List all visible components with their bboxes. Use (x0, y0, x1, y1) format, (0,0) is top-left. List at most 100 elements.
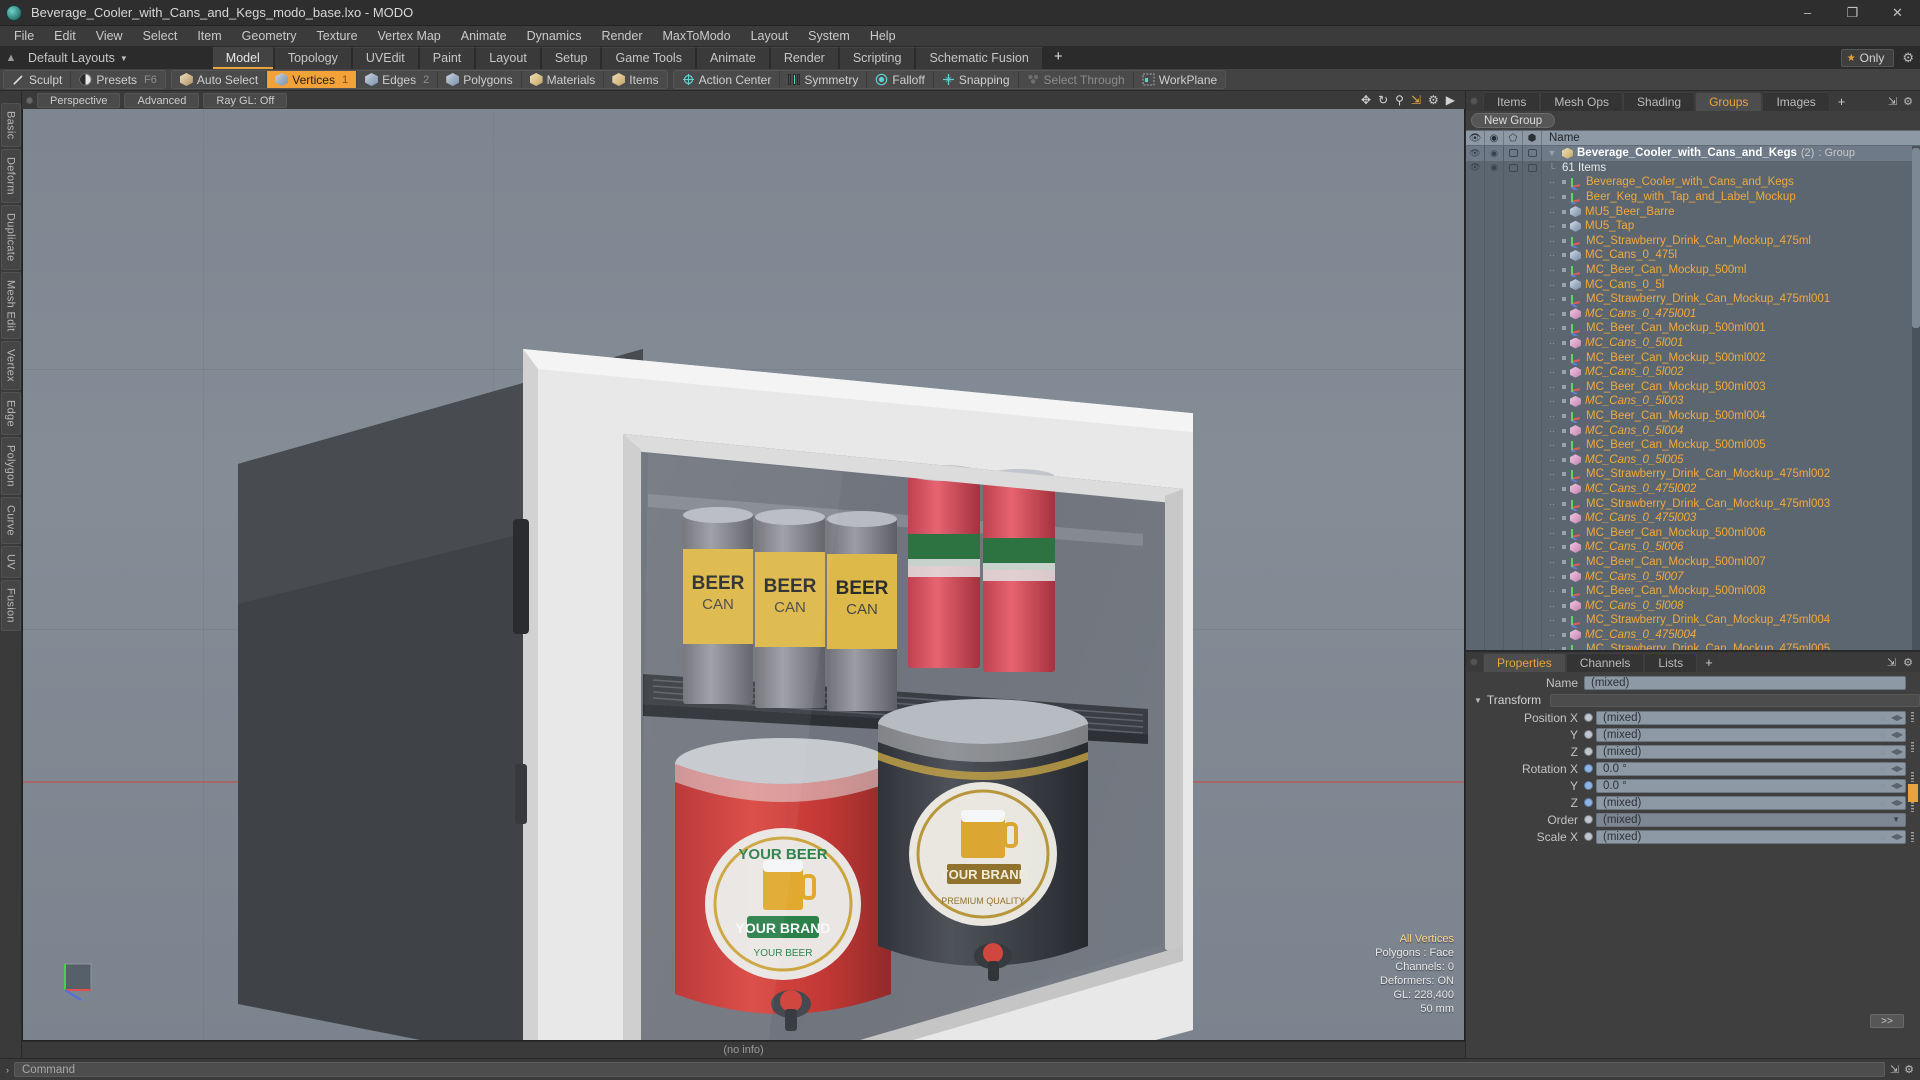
command-arrow-icon[interactable]: › (6, 1065, 9, 1075)
reset-value-icon[interactable]: ○ (1877, 832, 1889, 842)
value-spinner[interactable]: ◀▶ (1889, 713, 1905, 722)
gear-icon[interactable]: ⚙ (1903, 95, 1913, 108)
render-icon[interactable] (1485, 189, 1504, 205)
expand-triangle-icon[interactable]: ▼ (1546, 148, 1558, 158)
select-checkbox[interactable] (1523, 350, 1542, 365)
item-name[interactable]: MC_Strawberry_Drink_Can_Mockup_475ml005 (1586, 643, 1830, 650)
select-checkbox[interactable] (1523, 291, 1542, 307)
eye-icon[interactable] (1466, 437, 1485, 453)
select-through-button[interactable]: Select Through (1019, 71, 1134, 88)
layout-tab-schematic-fusion[interactable]: Schematic Fusion (915, 47, 1043, 69)
select-checkbox[interactable] (1523, 204, 1542, 219)
layout-tab-game-tools[interactable]: Game Tools (601, 47, 696, 69)
lock-checkbox[interactable] (1504, 467, 1523, 482)
item-name[interactable]: MC_Cans_0_5l006 (1585, 541, 1683, 553)
render-icon[interactable] (1485, 379, 1504, 395)
tree-node-dot[interactable] (1562, 589, 1566, 594)
eye-icon[interactable] (1466, 306, 1485, 322)
item-name[interactable]: MC_Strawberry_Drink_Can_Mockup_475ml (1586, 235, 1811, 247)
value-spinner[interactable]: ◀▶ (1889, 781, 1905, 790)
item-name[interactable]: MC_Cans_0_5l005 (1585, 454, 1683, 466)
item-row[interactable]: ·· MC_Cans_0_5l005 (1466, 452, 1920, 468)
only-toggle-button[interactable]: ★ Only (1840, 49, 1895, 67)
render-icon[interactable] (1485, 452, 1504, 468)
menu-item-texture[interactable]: Texture (307, 26, 368, 47)
menu-item-maxtomodo[interactable]: MaxToModo (653, 26, 741, 47)
eye-icon[interactable] (1466, 233, 1485, 249)
eye-icon[interactable]: 👁 (1466, 160, 1485, 176)
eye-icon[interactable] (1466, 189, 1485, 205)
layout-tab-uvedit[interactable]: UVEdit (351, 47, 419, 69)
item-name[interactable]: MC_Beer_Can_Mockup_500ml004 (1586, 410, 1766, 422)
command-input[interactable]: Command (14, 1062, 1885, 1077)
eye-icon[interactable] (1466, 583, 1485, 599)
item-row[interactable]: ·· MC_Strawberry_Drink_Can_Mockup_475ml00… (1466, 291, 1920, 307)
reset-value-icon[interactable]: ○ (1877, 781, 1889, 791)
channel-toggle-dot[interactable] (1584, 832, 1593, 841)
render-icon[interactable] (1485, 277, 1504, 292)
eye-icon[interactable] (1466, 262, 1485, 278)
layout-tab-topology[interactable]: Topology (273, 47, 352, 69)
tree-node-dot[interactable] (1562, 268, 1566, 273)
item-name[interactable]: MC_Cans_0_5l004 (1585, 425, 1683, 437)
chevron-down-icon[interactable]: ▼ (1892, 815, 1900, 824)
render-icon[interactable] (1485, 306, 1504, 322)
tree-node-dot[interactable] (1562, 545, 1566, 550)
item-row[interactable]: ·· Beverage_Cooler_with_Cans_and_Kegs (1466, 175, 1920, 190)
property-value-field[interactable]: (mixed) ○ ◀▶ (1596, 727, 1906, 742)
item-row[interactable]: ·· MC_Beer_Can_Mockup_500ml003 (1466, 379, 1920, 395)
tree-node-dot[interactable] (1562, 253, 1566, 258)
eye-icon[interactable] (1466, 394, 1485, 409)
select-checkbox[interactable] (1523, 233, 1542, 249)
value-spinner[interactable]: ◀▶ (1889, 798, 1905, 807)
render-icon[interactable] (1485, 613, 1504, 628)
action-center-button[interactable]: Action Center (674, 71, 781, 88)
fit-icon[interactable]: ⇲ (1411, 94, 1421, 106)
render-icon[interactable] (1485, 321, 1504, 336)
panel-tab-groups[interactable]: Groups (1695, 91, 1763, 111)
eye-icon[interactable] (1466, 291, 1485, 307)
gear-icon[interactable]: ⚙ (1903, 656, 1913, 669)
item-row[interactable]: ·· MC_Cans_0_5l004 (1466, 423, 1920, 438)
item-name[interactable]: MC_Cans_0_5l001 (1585, 337, 1683, 349)
lock-checkbox[interactable] (1504, 335, 1523, 351)
lock-checkbox[interactable] (1504, 262, 1523, 278)
select-checkbox[interactable] (1523, 146, 1542, 161)
property-value-field[interactable]: (mixed) ▼ (1596, 812, 1906, 827)
tree-node-dot[interactable] (1562, 618, 1566, 623)
lock-checkbox[interactable] (1504, 233, 1523, 249)
eye-icon[interactable] (1466, 335, 1485, 351)
item-name[interactable]: MC_Beer_Can_Mockup_500ml005 (1586, 439, 1766, 451)
tool-tab-uv[interactable]: UV (0, 546, 21, 578)
select-checkbox[interactable] (1523, 408, 1542, 424)
render-icon[interactable] (1485, 525, 1504, 541)
panel-tab-mesh-ops[interactable]: Mesh Ops (1540, 91, 1624, 111)
panel-tab-items[interactable]: Items (1483, 91, 1541, 111)
item-name[interactable]: MC_Beer_Can_Mockup_500ml008 (1586, 585, 1766, 597)
lock-checkbox[interactable] (1504, 218, 1523, 234)
tool-tab-curve[interactable]: Curve (0, 497, 21, 545)
group-header-row[interactable]: 👁 ◉ ▼ Beverage_Cooler_with_Cans_and_Kegs… (1466, 146, 1920, 161)
lock-checkbox[interactable] (1504, 540, 1523, 555)
properties-tab-channels[interactable]: Channels (1565, 652, 1645, 672)
item-row[interactable]: ·· MC_Cans_0_5l003 (1466, 394, 1920, 409)
render-icon[interactable]: ◉ (1485, 131, 1504, 145)
item-name[interactable]: MC_Cans_0_5l002 (1585, 366, 1683, 378)
property-value-field[interactable]: (mixed) ○ ◀▶ (1596, 829, 1906, 844)
menu-item-animate[interactable]: Animate (451, 26, 517, 47)
lock-checkbox[interactable] (1504, 554, 1523, 570)
select-checkbox[interactable] (1523, 160, 1542, 176)
maximize-button[interactable]: ❐ (1830, 0, 1875, 25)
layout-tab-render[interactable]: Render (769, 47, 839, 69)
menu-item-help[interactable]: Help (860, 26, 906, 47)
sculpt-button[interactable]: Sculpt (4, 71, 72, 88)
eye-icon[interactable] (1466, 175, 1485, 190)
item-row[interactable]: ·· MC_Beer_Can_Mockup_500ml (1466, 262, 1920, 278)
item-row[interactable]: ·· MC_Beer_Can_Mockup_500ml006 (1466, 525, 1920, 541)
render-icon[interactable] (1485, 437, 1504, 453)
select-checkbox[interactable] (1523, 335, 1542, 351)
render-icon[interactable] (1485, 496, 1504, 511)
render-icon[interactable] (1485, 642, 1504, 650)
render-icon[interactable] (1485, 540, 1504, 555)
select-checkbox[interactable] (1523, 481, 1542, 497)
